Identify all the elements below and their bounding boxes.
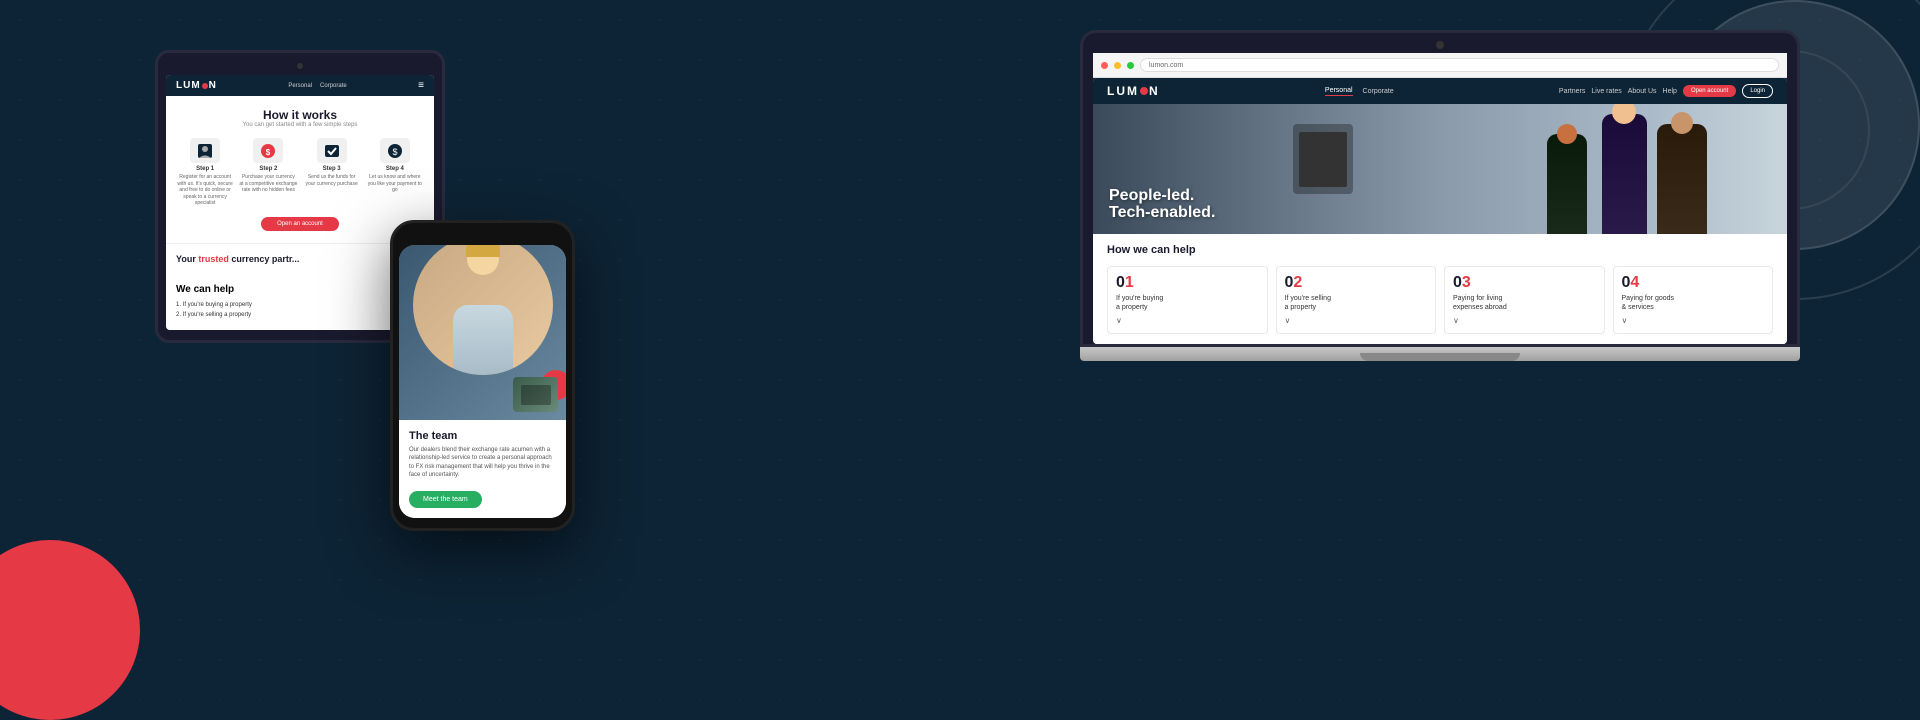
laptop-nav-right: Partners Live rates About Us Help Open a…	[1559, 84, 1773, 98]
phone-notch	[458, 233, 508, 241]
phone-team-title: The team	[409, 430, 556, 442]
laptop-help-cards: 01 If you're buyinga property ∨ 02 If yo…	[1107, 266, 1773, 334]
tablet-help-item-2: 2. If you're selling a property	[176, 310, 424, 320]
tablet-help-item-1: 1. If you're buying a property	[176, 300, 424, 310]
card-label-01: If you're buyinga property	[1116, 294, 1259, 312]
card-chevron-04: ∨	[1622, 316, 1765, 325]
card-number-01: 01	[1116, 275, 1259, 291]
phone-team-description: Our dealers blend their exchange rate ac…	[409, 446, 556, 480]
phone-screen: The team Our dealers blend their exchang…	[399, 245, 566, 518]
tablet-step-3-desc: Send us the funds for your currency purc…	[303, 174, 361, 187]
card-label-04: Paying for goods& services	[1622, 294, 1765, 312]
tablet-how-title: How it works	[176, 108, 424, 122]
laptop-camera	[1436, 41, 1444, 49]
tablet-camera	[297, 63, 303, 69]
tablet-nav-personal[interactable]: Personal	[288, 83, 312, 89]
bg-decoration-red-circle	[0, 540, 140, 720]
tablet-step-3-icon	[317, 138, 347, 163]
tablet-navbar: LUM N Personal Corporate ≡	[166, 75, 434, 96]
card-chevron-02: ∨	[1285, 316, 1428, 325]
tablet-step-2-icon: $	[253, 138, 283, 163]
laptop-device: lumon.com LUM N Personal Corporate Partn…	[1080, 30, 1800, 361]
laptop-help-card-01[interactable]: 01 If you're buyinga property ∨	[1107, 266, 1268, 334]
laptop-help-card-03[interactable]: 03 Paying for livingexpenses abroad ∨	[1444, 266, 1605, 334]
laptop-logo: LUM N	[1107, 84, 1160, 98]
person-silhouette-3	[1547, 134, 1587, 234]
laptop-help-section: How we can help 01 If you're buyinga pro…	[1093, 234, 1787, 344]
browser-url-bar: lumon.com	[1140, 58, 1779, 72]
phone-person-photo	[413, 245, 553, 375]
browser-close-dot	[1101, 62, 1108, 69]
tablet-step-1-icon	[190, 138, 220, 163]
laptop-hero-text: People-led. Tech-enabled.	[1109, 187, 1215, 222]
trusted-highlight: trusted	[198, 254, 229, 264]
tablet-nav-links: Personal Corporate	[288, 83, 346, 89]
laptop-nav-personal[interactable]: Personal	[1325, 87, 1353, 96]
browser-fullscreen-dot	[1127, 62, 1134, 69]
laptop-nav-aboutus[interactable]: About Us	[1628, 88, 1657, 95]
laptop-help-card-02[interactable]: 02 If you're sellinga property ∨	[1276, 266, 1437, 334]
laptop-nav-help[interactable]: Help	[1663, 88, 1677, 95]
browser-chrome: lumon.com	[1093, 53, 1787, 78]
phone-hero-area	[399, 245, 566, 420]
tablet-trusted-text: Your trusted currency partr...	[176, 254, 424, 264]
card-label-02: If you're sellinga property	[1285, 294, 1428, 312]
phone-meet-team-button[interactable]: Meet the team	[409, 491, 482, 508]
tablet-step-4-desc: Let us know and where you like your paym…	[366, 174, 424, 194]
person-silhouette-2	[1602, 114, 1647, 234]
card-chevron-01: ∨	[1116, 316, 1259, 325]
laptop-nav-liverates[interactable]: Live rates	[1591, 88, 1621, 95]
monitor-shape	[1293, 124, 1353, 194]
laptop-open-account-button[interactable]: Open account	[1683, 85, 1736, 97]
laptop-nav-partners[interactable]: Partners	[1559, 88, 1585, 95]
tablet-steps: Step 1 Register for an account with us. …	[176, 138, 424, 207]
tablet-step-4-label: Step 4	[366, 166, 424, 172]
tablet-open-account-button[interactable]: Open an account	[261, 217, 339, 231]
card-number-04: 04	[1622, 275, 1765, 291]
tablet-step-1: Step 1 Register for an account with us. …	[176, 138, 234, 207]
tablet-step-4: $ Step 4 Let us know and where you like …	[366, 138, 424, 207]
card-chevron-03: ∨	[1453, 316, 1596, 325]
tablet-step-2-label: Step 2	[239, 166, 297, 172]
svg-text:$: $	[266, 148, 271, 157]
browser-minimize-dot	[1114, 62, 1121, 69]
laptop-nav-links: Personal Corporate	[1325, 87, 1394, 96]
laptop-navbar: LUM N Personal Corporate Partners Live r…	[1093, 78, 1787, 104]
card-number-03: 03	[1453, 275, 1596, 291]
laptop-help-card-04[interactable]: 04 Paying for goods& services ∨	[1613, 266, 1774, 334]
svg-text:$: $	[392, 147, 397, 157]
laptop-help-title: How we can help	[1107, 244, 1773, 256]
laptop-nav-corporate[interactable]: Corporate	[1363, 88, 1394, 95]
tablet-step-3: Step 3 Send us the funds for your curren…	[303, 138, 361, 207]
tablet-how-subtitle: You can get started with a few simple st…	[176, 122, 424, 128]
tablet-step-1-label: Step 1	[176, 166, 234, 172]
tablet-step-1-desc: Register for an account with us. It's qu…	[176, 174, 234, 207]
tablet-we-can-help-title: We can help	[176, 284, 424, 295]
tablet-step-3-label: Step 3	[303, 166, 361, 172]
laptop-login-button[interactable]: Login	[1742, 84, 1773, 98]
tablet-nav-corporate[interactable]: Corporate	[320, 83, 347, 89]
tablet-step-4-icon: $	[380, 138, 410, 163]
laptop-hero-section: People-led. Tech-enabled.	[1093, 104, 1787, 234]
tablet-step-2-desc: Purchase your currency at a competitive …	[239, 174, 297, 194]
card-label-03: Paying for livingexpenses abroad	[1453, 294, 1596, 312]
phone-team-section: The team Our dealers blend their exchang…	[399, 420, 566, 518]
person-silhouette-1	[1657, 124, 1707, 234]
laptop-screen: LUM N Personal Corporate Partners Live r…	[1093, 78, 1787, 344]
tablet-logo: LUM N	[176, 80, 217, 91]
card-number-02: 02	[1285, 275, 1428, 291]
tablet-hamburger-icon[interactable]: ≡	[418, 80, 424, 91]
phone-office-thumbnail	[513, 377, 558, 412]
tablet-step-2: $ Step 2 Purchase your currency at a com…	[239, 138, 297, 207]
phone-device: The team Our dealers blend their exchang…	[390, 220, 575, 531]
laptop-base	[1080, 347, 1800, 361]
